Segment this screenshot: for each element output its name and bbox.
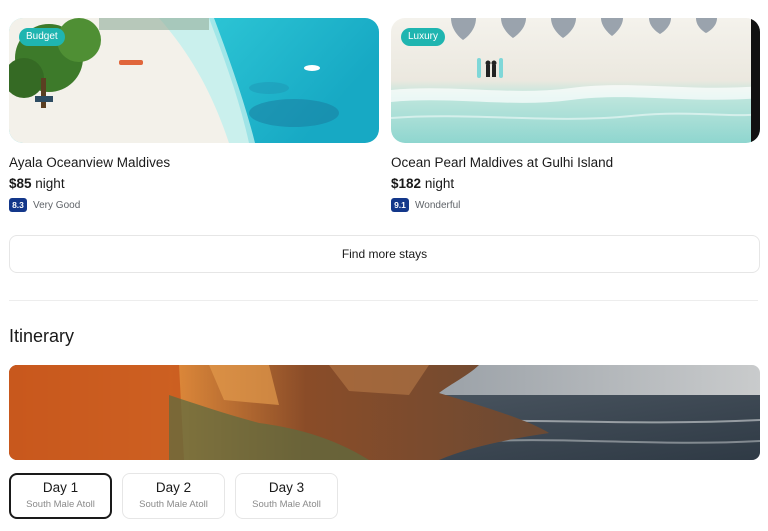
find-more-stays-button[interactable]: Find more stays: [9, 235, 760, 273]
rating: 9.1 Wonderful: [391, 197, 760, 213]
price-amount: $85: [9, 176, 32, 191]
day-tab-label: Day 2: [155, 480, 192, 495]
stay-card[interactable]: Luxury Ocean Pearl Maldives at Gulhi Isl…: [391, 18, 760, 213]
beach-photo: Budget: [9, 18, 379, 143]
rating-score-badge: 9.1: [391, 198, 409, 212]
price-unit: night: [35, 176, 65, 191]
day-tab-location: South Male Atoll: [252, 499, 321, 510]
price: $85 night: [9, 176, 379, 191]
day-tab-label: Day 1: [42, 480, 79, 495]
day-tab-3[interactable]: Day 3 South Male Atoll: [235, 473, 338, 519]
day-tab-1[interactable]: Day 1 South Male Atoll: [9, 473, 112, 519]
price: $182 night: [391, 176, 760, 191]
day-tab-location: South Male Atoll: [26, 499, 95, 510]
price-unit: night: [424, 176, 455, 191]
rating-label: Wonderful: [415, 199, 461, 211]
page: Budget Ayala Oceanview Maldives $85 nigh…: [0, 0, 768, 531]
day-tab-label: Day 3: [268, 480, 305, 495]
beach-photo: Luxury: [391, 18, 760, 143]
day-tab-2[interactable]: Day 2 South Male Atoll: [122, 473, 225, 519]
rating: 8.3 Very Good: [9, 197, 379, 213]
rating-label: Very Good: [33, 199, 81, 211]
hotel-name[interactable]: Ocean Pearl Maldives at Gulhi Island: [391, 155, 760, 170]
section-divider: [9, 300, 758, 301]
category-tag: Budget: [19, 28, 65, 46]
itinerary-heading: Itinerary: [9, 326, 75, 346]
hotel-name[interactable]: Ayala Oceanview Maldives: [9, 155, 379, 170]
stay-card[interactable]: Budget Ayala Oceanview Maldives $85 nigh…: [9, 18, 379, 213]
day-tab-location: South Male Atoll: [139, 499, 208, 510]
day-tabs: Day 1 South Male Atoll Day 2 South Male …: [9, 473, 338, 519]
itinerary-banner-photo: [9, 365, 760, 460]
price-amount: $182: [391, 176, 422, 191]
category-tag: Luxury: [401, 28, 446, 46]
rating-score-badge: 8.3: [9, 198, 27, 212]
